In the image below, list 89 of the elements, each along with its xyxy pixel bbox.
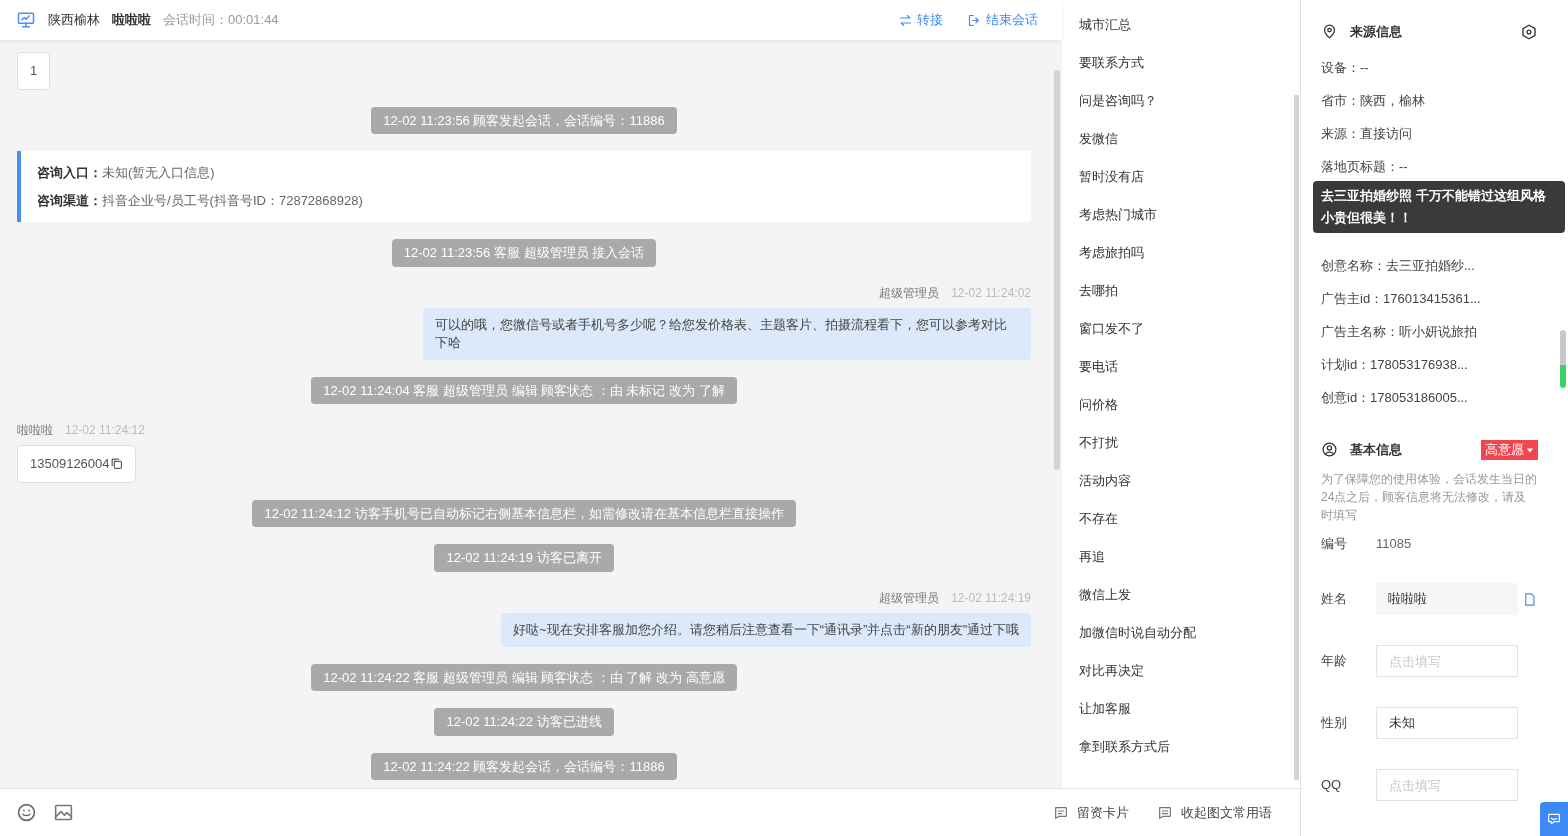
quick-phrase[interactable]: 发微信 — [1079, 129, 1300, 149]
sender-name: 超级管理员 — [879, 589, 940, 607]
system-notice: 12-02 11:23:56 顾客发起会话，会话编号：11886 — [371, 106, 677, 134]
field-label: 性别 — [1321, 714, 1348, 733]
entry-value: 未知(暂无入口信息) — [102, 164, 215, 182]
chat-icon — [1546, 811, 1562, 827]
system-notice: 12-02 11:23:56 客服 超级管理员 接入会话 — [391, 239, 657, 267]
message-time: 12-02 11:24:19 — [951, 589, 1031, 607]
quick-phrase[interactable]: 去哪拍 — [1079, 281, 1300, 301]
quick-phrase[interactable]: 城市汇总 — [1079, 15, 1300, 35]
image-button[interactable] — [53, 802, 74, 823]
quick-phrase[interactable]: 加微信时说自动分配 — [1079, 623, 1300, 643]
scrollbar-thumb — [1560, 330, 1566, 388]
location-pin-icon — [1321, 23, 1338, 41]
chat-float-button[interactable] — [1540, 802, 1568, 836]
quick-phrase[interactable]: 问是咨询吗？ — [1079, 91, 1300, 111]
notice-text: 为了保障您的使用体验，会话发生当日的24点之后，顾客信息将无法修改，请及时填写 — [1321, 470, 1538, 524]
exit-icon — [967, 12, 982, 28]
message-time: 12-02 11:24:12 — [65, 422, 145, 439]
input-field[interactable]: 未知 — [1376, 707, 1518, 739]
system-notice: 12-02 11:24:19 访客已离开 — [434, 544, 614, 572]
quick-phrase[interactable]: 要联系方式 — [1079, 53, 1300, 73]
field-label: 编号 — [1321, 534, 1348, 553]
quick-phrase[interactable]: 对比再决定 — [1079, 661, 1300, 681]
source-row-text: 创意名称：去三亚拍婚纱... — [1321, 256, 1476, 275]
collapse-phrases-button[interactable]: 收起图文常用语 — [1157, 802, 1272, 823]
quick-phrase[interactable]: 要电话 — [1079, 357, 1300, 377]
system-notice: 12-02 11:24:22 顾客发起会话，会话编号：11886 — [371, 752, 677, 780]
quick-phrase[interactable]: 问价格 — [1079, 395, 1300, 415]
copy-icon — [1522, 591, 1537, 607]
message-bubble: 1 — [17, 52, 51, 90]
system-notice: 12-02 11:24:04 客服 超级管理员 编辑 顾客状态 ：由 未标记 改为 了解 — [311, 376, 737, 404]
status-dropdown[interactable]: 高意愿 — [1481, 439, 1538, 460]
quick-phrase[interactable]: 暂时没有店 — [1079, 167, 1300, 187]
end-session-link[interactable]: 结束会话 — [967, 10, 1038, 30]
session-duration: 会话时间：00:01:44 — [163, 11, 279, 30]
name-field: 啦啦啦 — [1376, 583, 1518, 615]
quick-phrase[interactable]: 再追 — [1079, 547, 1300, 567]
entry-value: 抖音企业号/员工号(抖音号ID：72872868928) — [102, 191, 363, 210]
field-label: 年龄 — [1321, 652, 1348, 671]
tooltip: 去三亚拍婚纱照 千万不能错过这组风格小贵但很美！！ — [1313, 180, 1565, 233]
quick-phrase[interactable]: 不打扰 — [1079, 433, 1300, 453]
message-bubble: 13509126004 — [17, 445, 136, 483]
quick-phrase[interactable]: 拿到联系方式后 — [1079, 737, 1300, 757]
message-icon — [1053, 804, 1069, 821]
source-row-text: 设备：-- — [1321, 58, 1370, 77]
quick-phrase[interactable]: 活动内容 — [1079, 471, 1300, 491]
sender-name: 超级管理员 — [879, 284, 940, 302]
entry-label: 咨询入口： — [37, 164, 102, 182]
lead-card-button[interactable]: 留资卡片 — [1053, 802, 1129, 823]
user-icon — [1321, 441, 1338, 458]
swap-icon — [898, 12, 913, 28]
image-icon — [53, 802, 74, 823]
source-row-text: 落地页标题：-- — [1321, 157, 1409, 176]
transfer-link[interactable]: 转接 — [898, 10, 943, 30]
system-notice: 12-02 11:24:22 客服 超级管理员 编辑 顾客状态 ：由 了解 改为 高意愿 — [311, 663, 737, 691]
caret-icon — [1526, 445, 1534, 454]
field-value: 11085 — [1376, 534, 1412, 553]
message-time: 12-02 11:24:02 — [951, 284, 1031, 302]
message-bubble: 好哒~现在安排客服加您介绍。请您稍后注意查看一下“通讯录”并点击“新的朋友”通过下哦 — [501, 612, 1031, 647]
visitor-name: 啦啦啦 — [112, 11, 151, 30]
source-row-text: 创意id：178053186005... — [1321, 388, 1469, 407]
emoji-button[interactable] — [16, 802, 37, 823]
monitor-icon — [16, 10, 36, 30]
quick-phrase[interactable]: 不存在 — [1079, 509, 1300, 529]
section-title: 来源信息 — [1350, 23, 1402, 41]
source-row-text: 来源：直接访问 — [1321, 124, 1413, 143]
message-icon — [1157, 804, 1173, 821]
visitor-location: 陕西榆林 — [48, 11, 100, 30]
section-title: 基本信息 — [1350, 440, 1402, 459]
smiley-icon — [16, 802, 37, 823]
system-notice: 12-02 11:24:12 访客手机号已自动标记右侧基本信息栏，如需修改请在基本信息栏直接操作 — [252, 499, 796, 527]
settings-icon — [1520, 22, 1538, 41]
quick-phrase[interactable]: 微信上发 — [1079, 585, 1300, 605]
field-label: 姓名 — [1321, 590, 1348, 609]
source-row-text: 广告主id：176013415361... — [1321, 289, 1482, 308]
system-notice: 12-02 11:24:22 访客已进线 — [434, 708, 614, 736]
source-row-text: 广告主名称：听小妍说旅拍 — [1321, 322, 1478, 341]
message-bubble: 可以的哦，您微信号或者手机号多少呢？给您发价格表、主题客片、拍摄流程看下，您可以参考对比下哈 — [423, 307, 1031, 360]
copy-icon — [109, 457, 123, 471]
quick-phrase[interactable]: 窗口发不了 — [1079, 319, 1300, 339]
quick-phrase[interactable]: 考虑旅拍吗 — [1079, 243, 1300, 263]
source-row-text: 省市：陕西，榆林 — [1321, 91, 1426, 110]
sender-name: 啦啦啦 — [17, 422, 53, 439]
entry-label: 咨询渠道： — [37, 191, 102, 210]
quick-phrase[interactable]: 考虑热门城市 — [1079, 205, 1300, 225]
field-label: QQ — [1321, 776, 1343, 795]
quick-phrase[interactable]: 让加客服 — [1079, 699, 1300, 719]
source-row-text: 计划id：178053176938... — [1321, 355, 1469, 374]
